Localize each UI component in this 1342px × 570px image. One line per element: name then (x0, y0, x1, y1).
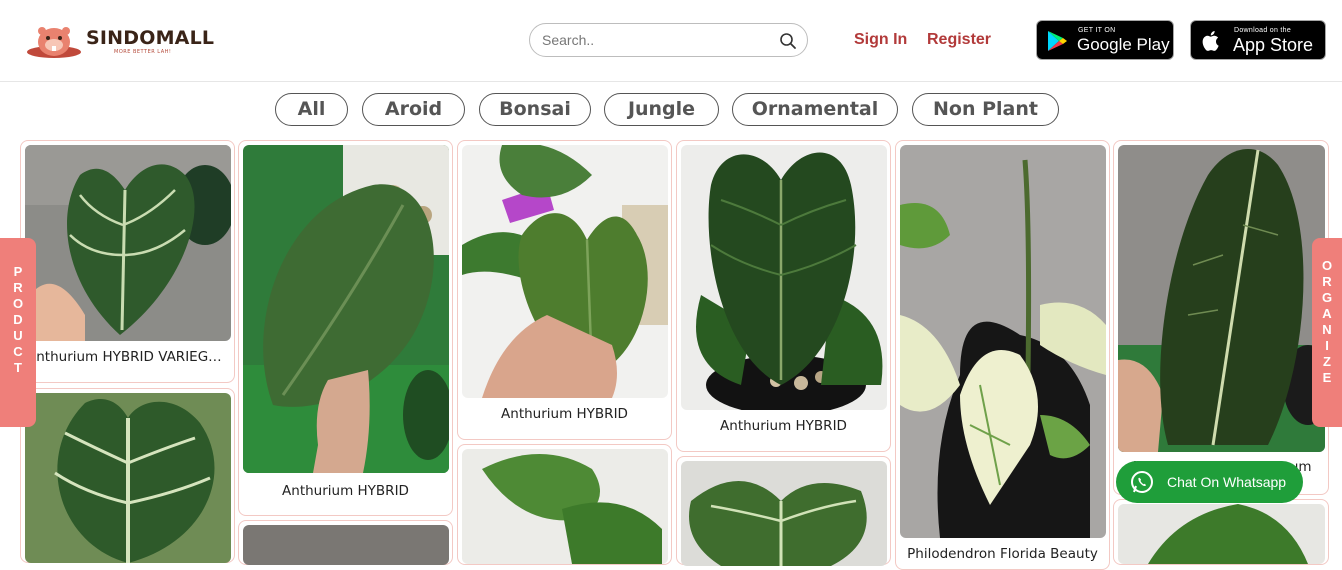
side-tab-letter: N (1322, 322, 1332, 337)
product-card[interactable] (1113, 499, 1329, 565)
logo-tagline: MORE BETTER LAH! (114, 49, 172, 55)
product-image (1118, 504, 1325, 564)
search-input[interactable] (542, 30, 772, 50)
side-tab-letter: G (1321, 290, 1333, 305)
side-tab-letter: Z (1323, 354, 1331, 369)
product-card[interactable] (20, 388, 235, 563)
app-store-caption: Download on the (1234, 27, 1292, 34)
product-card[interactable]: Anthurium HYBRID (676, 140, 891, 452)
side-tab-letter: E (1322, 370, 1332, 385)
product-card[interactable]: Anthurium HYBRID VARIEGATA (20, 140, 235, 383)
product-image (25, 393, 231, 563)
product-image (681, 145, 887, 410)
organize-side-tab-label: ORGANIZE (1312, 258, 1342, 386)
beaver-logo-icon (27, 27, 81, 58)
product-image (243, 525, 449, 565)
product-image (900, 145, 1106, 538)
category-chip-all[interactable]: All (275, 93, 348, 126)
search-box (529, 23, 808, 57)
product-card[interactable]: Anthurium Warocqueanum (1113, 140, 1329, 495)
search-icon[interactable] (779, 32, 797, 50)
product-card[interactable]: Anthurium HYBRID (457, 140, 672, 440)
side-tab-letter: U (13, 328, 23, 343)
organize-side-tab[interactable]: ORGANIZE (1312, 238, 1342, 427)
whatsapp-chat-button[interactable]: Chat On Whatsapp (1116, 461, 1303, 503)
app-store-label: App Store (1233, 35, 1314, 55)
product-image (1118, 145, 1325, 452)
product-card[interactable] (457, 444, 672, 565)
side-tab-letter: R (13, 280, 23, 295)
register-link[interactable]: Register (927, 31, 991, 49)
site-logo[interactable]: SINDOMALL MORE BETTER LAH! (26, 20, 214, 60)
apple-icon (1202, 31, 1219, 51)
side-tab-letter: T (14, 360, 22, 375)
product-image (462, 145, 668, 398)
product-card[interactable]: Philodendron Florida Beauty (895, 140, 1110, 570)
logo-wordmark: SINDOMALL (86, 27, 215, 49)
product-card[interactable]: Anthurium HYBRID (238, 140, 453, 516)
product-side-tab-label: PRODUCT (0, 264, 36, 376)
google-play-button[interactable]: GET IT ON Google Play (1036, 20, 1174, 60)
category-chip-non-plant[interactable]: Non Plant (912, 93, 1059, 126)
product-image (681, 461, 887, 566)
category-chip-ornamental[interactable]: Ornamental (732, 93, 898, 126)
whatsapp-icon (1131, 471, 1153, 493)
google-play-label: Google Play (1077, 35, 1170, 54)
side-tab-letter: A (1322, 306, 1332, 321)
category-chip-bonsai[interactable]: Bonsai (479, 93, 591, 126)
side-tab-letter: O (12, 296, 24, 311)
side-tab-letter: I (1325, 338, 1329, 353)
side-tab-letter: C (13, 344, 23, 359)
product-image (462, 449, 668, 564)
category-chip-aroid[interactable]: Aroid (362, 93, 465, 126)
sign-in-link[interactable]: Sign In (854, 31, 907, 49)
side-tab-letter: O (1321, 258, 1333, 273)
app-store-button[interactable]: Download on the App Store (1190, 20, 1326, 60)
product-title: Anthurium HYBRID (720, 418, 847, 434)
category-filter-bar: All Aroid Bonsai Jungle Ornamental Non P… (0, 93, 1342, 126)
product-title: Anthurium HYBRID VARIEGATA (27, 349, 233, 365)
google-play-caption: GET IT ON (1078, 27, 1116, 34)
product-side-tab[interactable]: PRODUCT (0, 238, 36, 427)
category-chip-jungle[interactable]: Jungle (604, 93, 719, 126)
side-tab-letter: P (13, 264, 23, 279)
product-title: Anthurium HYBRID (501, 406, 628, 422)
product-card[interactable] (238, 520, 453, 565)
product-title: Philodendron Florida Beauty (907, 546, 1098, 562)
whatsapp-chat-label: Chat On Whatsapp (1167, 474, 1287, 490)
product-image (25, 145, 231, 341)
side-tab-letter: D (13, 312, 23, 327)
product-image (243, 145, 449, 473)
side-tab-letter: R (1322, 274, 1332, 289)
product-card[interactable] (676, 456, 891, 566)
site-header: SINDOMALL MORE BETTER LAH! Sign In Regis… (0, 0, 1342, 82)
google-play-icon (1048, 31, 1067, 51)
product-title: Anthurium HYBRID (282, 483, 409, 499)
